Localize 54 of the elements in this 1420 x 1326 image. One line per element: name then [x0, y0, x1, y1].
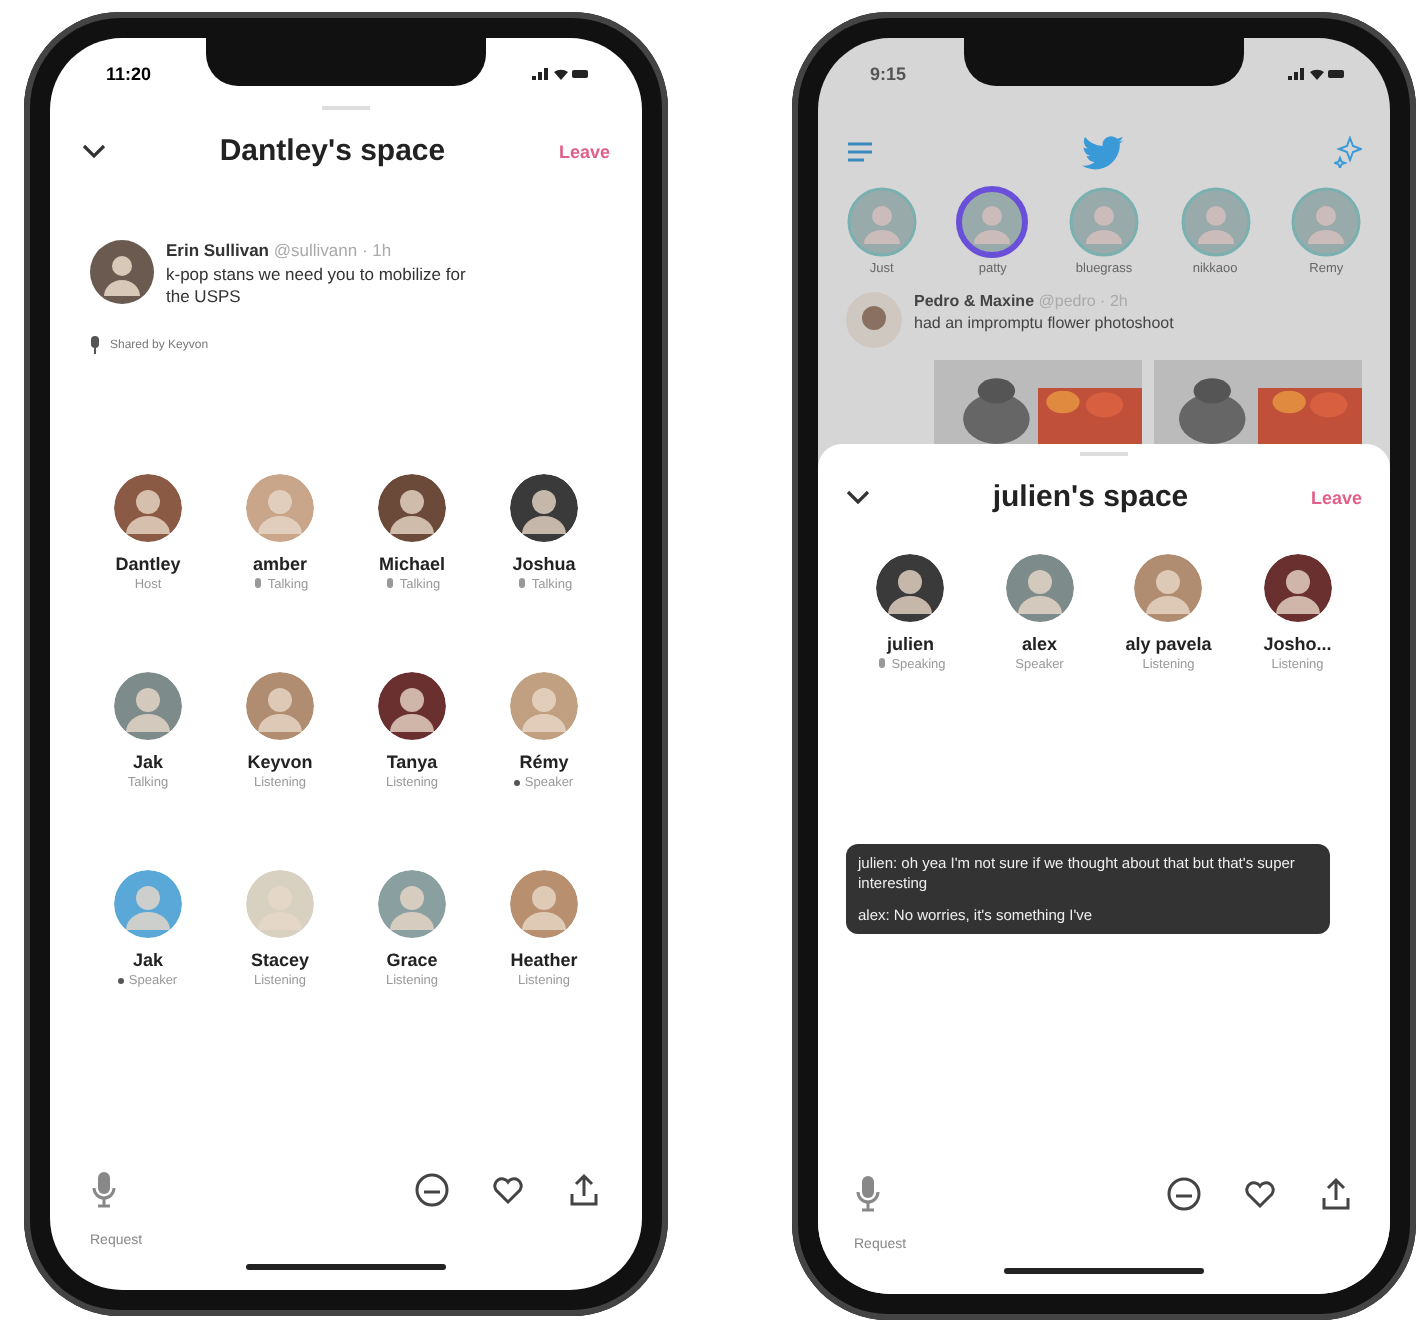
smiley-icon[interactable] [414, 1172, 450, 1208]
tweet-text: had an impromptu flower photoshoot [914, 314, 1176, 335]
participant-name: Dantley [115, 554, 181, 575]
participant-name: amber [252, 554, 307, 575]
participant-name: julien [886, 634, 934, 654]
status-dot [514, 780, 521, 787]
microphone-icon[interactable] [854, 1174, 882, 1214]
participant-name: Stacey [250, 950, 310, 971]
participant-name: Tanya [386, 752, 438, 773]
menu-icon[interactable] [846, 140, 874, 164]
status-dot [118, 978, 125, 985]
share-icon[interactable] [1318, 1176, 1354, 1212]
heart-icon[interactable] [1242, 1176, 1278, 1212]
avatar [90, 240, 154, 304]
participant-name: Jak [132, 752, 164, 773]
status-icons [530, 66, 590, 82]
space-title: julien's space [992, 480, 1189, 514]
status-icons [1286, 66, 1346, 82]
avatar[interactable] [114, 474, 182, 543]
participant-name: Josho... [1263, 634, 1332, 654]
leave-link[interactable]: Leave [558, 141, 610, 161]
microphone-icon[interactable] [90, 1170, 118, 1210]
avatar [846, 292, 902, 348]
status-time: 9:15 [870, 64, 907, 84]
participant-name: alex [1021, 634, 1058, 654]
tweet-author: Erin Sullivan [166, 240, 269, 260]
avatar[interactable] [378, 474, 446, 543]
status-time: 11:20 [106, 64, 152, 84]
bird-icon [1082, 134, 1126, 170]
leave-link[interactable]: Leave [1310, 487, 1362, 507]
tweet-author: Pedro & Maxine [914, 292, 1035, 310]
participant-name: Heather [510, 950, 578, 971]
avatar[interactable] [1263, 554, 1332, 622]
participant-name: Jak [132, 950, 164, 971]
avatar[interactable] [378, 672, 446, 741]
participant-name: Grace [386, 950, 438, 971]
participant-name: Joshua [512, 554, 576, 575]
share-icon[interactable] [566, 1172, 602, 1208]
chevron-down-icon[interactable] [82, 143, 106, 159]
tweet-handle: @sullivann · 1h [273, 240, 392, 260]
tweet-text: k-pop stans we need you to mobilize for the USPS [166, 264, 466, 309]
participant-name: Keyvon [247, 752, 313, 773]
microphone-icon [90, 336, 100, 355]
smiley-icon[interactable] [1166, 1176, 1202, 1212]
avatar[interactable] [876, 554, 945, 622]
avatar[interactable] [510, 474, 578, 543]
chevron-down-icon[interactable] [846, 489, 870, 505]
participant-name: aly pavela [1125, 634, 1212, 654]
heart-icon[interactable] [490, 1172, 526, 1208]
participant-name: Michael [378, 554, 445, 575]
participant-name: Rémy [519, 752, 569, 773]
sparkle-icon[interactable] [1334, 136, 1362, 168]
fleet-avatar[interactable] [956, 186, 1029, 258]
space-title: Dantley's space [219, 134, 446, 168]
